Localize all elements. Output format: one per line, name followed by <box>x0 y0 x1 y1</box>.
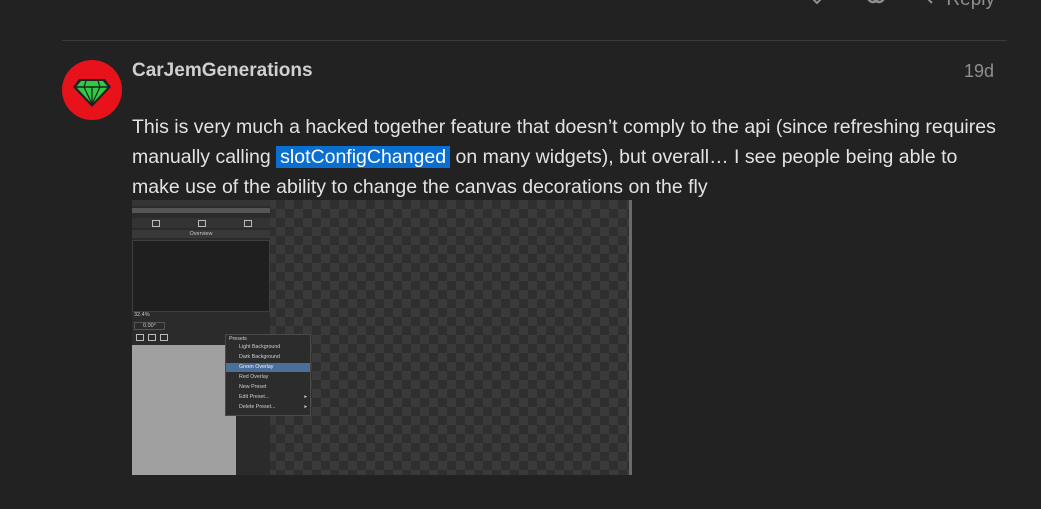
link-icon[interactable] <box>866 0 886 12</box>
post-body: This is very much a hacked together feat… <box>132 112 1002 202</box>
menu-item-label: New Preset <box>239 384 267 390</box>
reply-label: Reply <box>946 0 995 11</box>
canvas-gray-area <box>132 345 236 475</box>
menu-item-label: Green Overlay <box>239 364 274 370</box>
menu-item-red-overlay[interactable]: Red Overlay <box>226 373 310 382</box>
menu-item-light-background[interactable]: Light Background <box>226 343 310 352</box>
menu-item-label: Dark Background <box>239 354 280 360</box>
reply-button[interactable]: Reply <box>926 0 995 11</box>
overview-preview <box>132 240 270 312</box>
menu-item-label: Delete Preset... <box>239 404 276 410</box>
zoom-value[interactable]: 32.4% <box>134 312 150 318</box>
avatar[interactable] <box>62 60 122 120</box>
overview-title: Overview <box>132 230 270 238</box>
screenshot-edge <box>629 200 632 475</box>
embedded-screenshot[interactable]: Overview 32.4% 0.00° Presets Light Backg… <box>132 200 632 475</box>
menu-item-green-overlay[interactable]: Green Overlay <box>226 363 310 372</box>
post-date[interactable]: 19d <box>964 61 994 82</box>
menu-title: Presets <box>229 336 247 342</box>
rotation-value[interactable]: 0.00° <box>134 322 165 330</box>
post-username[interactable]: CarJemGenerations <box>132 60 313 82</box>
heart-icon[interactable] <box>808 0 826 12</box>
menu-item-edit-preset[interactable]: Edit Preset... ▸ <box>226 393 310 402</box>
menu-item-dark-background[interactable]: Dark Background <box>226 353 310 362</box>
inline-code: slotConfigChanged <box>276 146 451 168</box>
menu-item-delete-preset[interactable]: Delete Preset... ▸ <box>226 403 310 412</box>
menu-item-label: Edit Preset... <box>239 394 270 400</box>
reply-icon <box>926 0 940 11</box>
menu-item-label: Red Overlay <box>239 374 269 380</box>
gem-icon <box>73 79 111 107</box>
post-divider <box>62 40 1007 41</box>
menu-item-label: Light Background <box>239 344 281 350</box>
submenu-arrow-icon: ▸ <box>304 404 307 410</box>
menu-item-new-preset[interactable]: New Preset <box>226 383 310 392</box>
previous-post-actions: Reply <box>808 0 995 12</box>
presets-menu: Presets Light Background Dark Background… <box>225 334 311 416</box>
submenu-arrow-icon: ▸ <box>304 394 307 400</box>
